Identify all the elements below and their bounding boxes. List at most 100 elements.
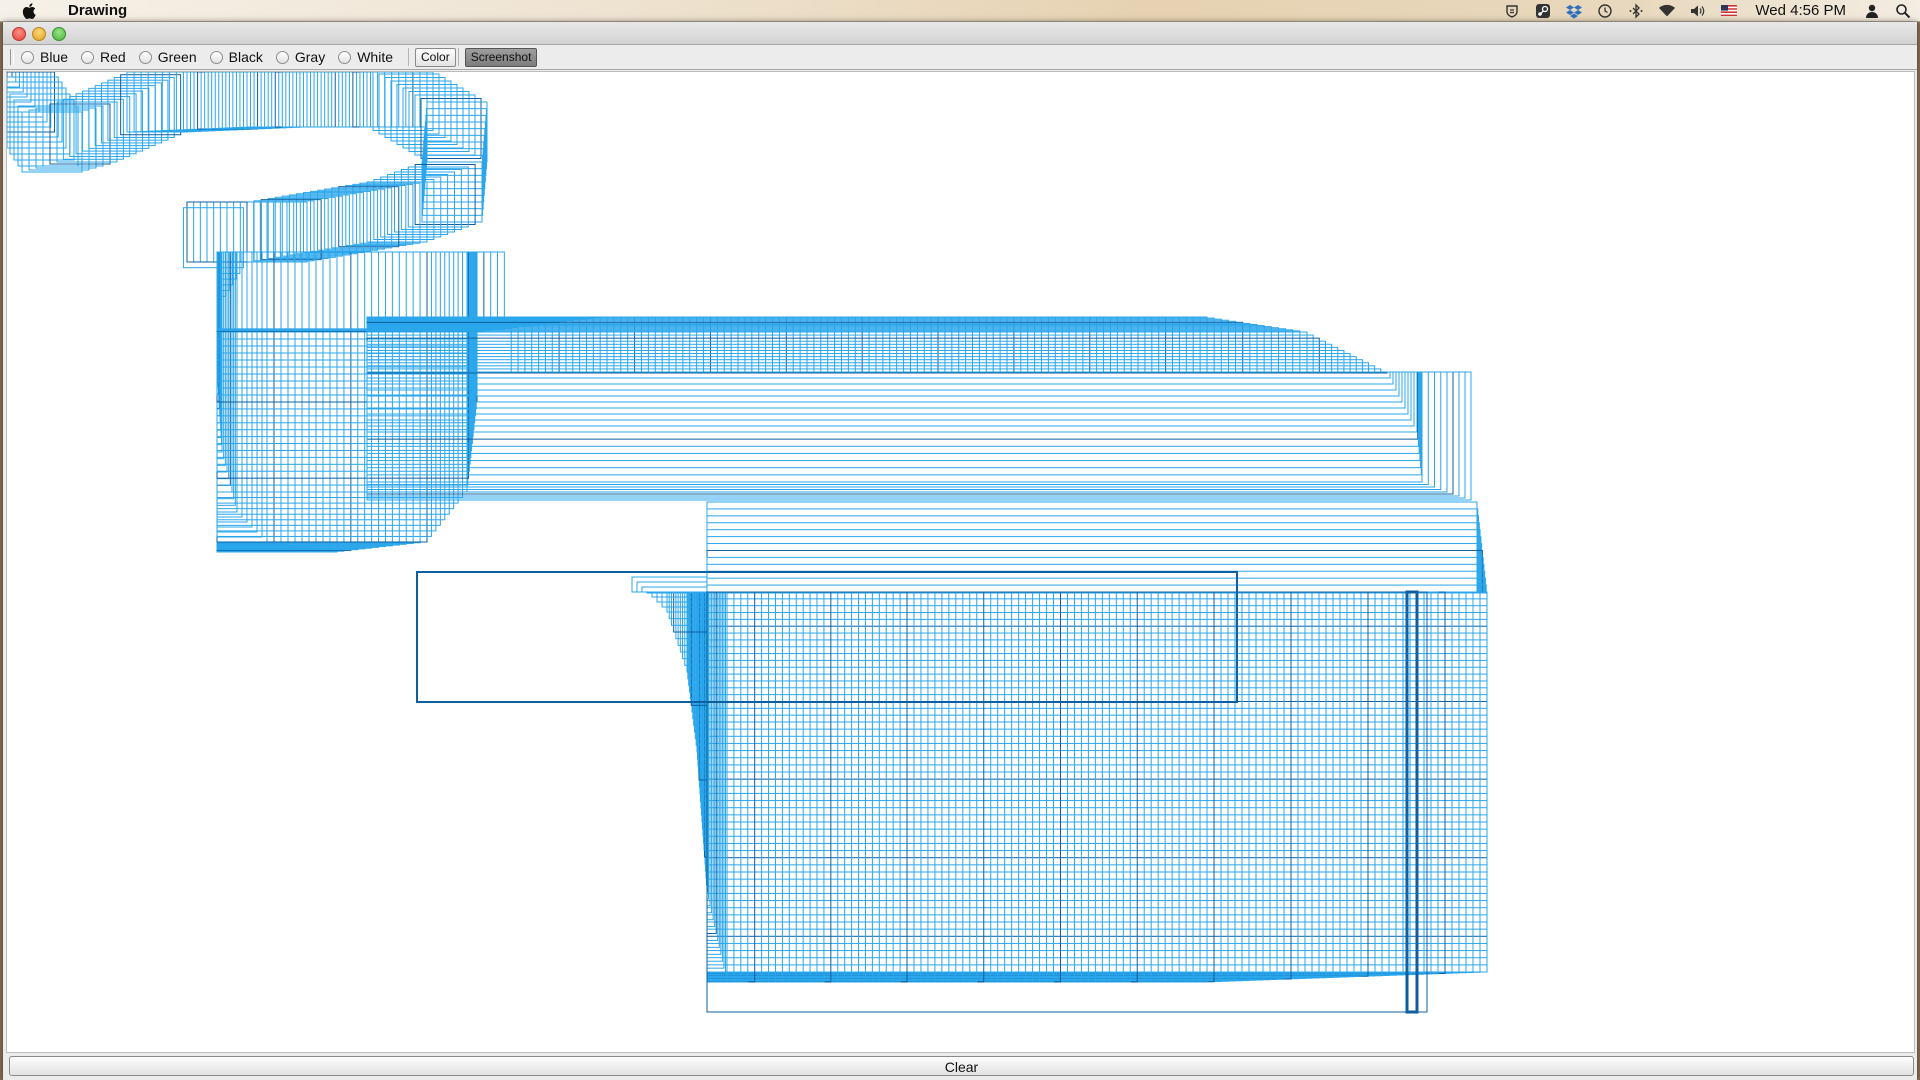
drawn-rectangle (338, 72, 400, 128)
bluetooth-icon[interactable] (1627, 2, 1645, 20)
shield-icon[interactable] (1503, 2, 1521, 20)
screenshot-button[interactable]: Screenshot (464, 47, 538, 67)
zoom-window-button[interactable] (52, 27, 66, 41)
radio-circle[interactable] (209, 50, 223, 64)
drawn-rectangle (216, 251, 470, 479)
drawn-rectangle (706, 591, 1131, 983)
dropbox-icon[interactable] (1565, 2, 1583, 20)
drawn-rectangle (366, 181, 428, 243)
drawn-rectangle (706, 591, 1285, 980)
drawn-rectangle (317, 72, 379, 128)
color-button[interactable]: Color (415, 47, 456, 67)
drawn-rectangle (706, 591, 1194, 983)
drawn-rectangle (706, 591, 1096, 983)
drawn-rectangle (216, 251, 393, 547)
drawn-rectangle (706, 591, 964, 983)
drawn-rectangle (216, 251, 478, 368)
drawn-rectangle (407, 166, 469, 228)
close-window-button[interactable] (12, 27, 26, 41)
drawn-rectangle (425, 108, 487, 170)
clear-button[interactable]: Clear (9, 1056, 1914, 1076)
drawing-canvas[interactable] (6, 71, 1915, 1053)
drawn-rectangle (706, 591, 1187, 983)
drawn-rectangle (706, 591, 725, 969)
drawn-rectangle (366, 371, 1460, 497)
drawn-rectangle (331, 72, 393, 128)
drawn-rectangle (706, 515, 1480, 593)
minimize-window-button[interactable] (32, 27, 46, 41)
drawn-rectangle (706, 591, 908, 983)
drawn-rectangle (425, 114, 487, 176)
drawn-rectangle (366, 371, 1422, 476)
color-option-red[interactable]: Red (81, 49, 126, 65)
drawn-rectangle (7, 72, 13, 78)
drawn-rectangle (133, 72, 195, 133)
app-name[interactable]: Drawing (68, 2, 127, 19)
color-option-gray[interactable]: Gray (275, 49, 325, 65)
drawn-rectangle (274, 196, 336, 258)
radio-circle[interactable] (338, 50, 352, 64)
drawn-rectangle (631, 576, 708, 593)
radio-circle[interactable] (275, 50, 289, 64)
drawn-rectangle (288, 194, 350, 256)
drawn-rectangle (253, 72, 315, 128)
drawn-rectangle (706, 591, 1334, 978)
drawn-rectangle (706, 584, 1487, 593)
menu-clock[interactable]: Wed 4:56 PM (1755, 2, 1846, 19)
drawn-rectangle (641, 586, 708, 593)
time-machine-icon[interactable] (1596, 2, 1614, 20)
drawn-rectangle (706, 591, 1138, 983)
drawn-rectangle (49, 103, 111, 165)
drawn-rectangle (706, 591, 957, 983)
drawn-rectangle (331, 187, 393, 249)
us-flag-icon[interactable] (1720, 2, 1738, 20)
drawn-rectangle (147, 72, 209, 132)
drawn-rectangle (706, 529, 1481, 593)
drawn-rectangle (17, 105, 79, 167)
drawn-rectangle (168, 72, 230, 131)
drawn-rectangle (338, 186, 400, 248)
drawn-rectangle (706, 591, 1404, 976)
drawn-rectangle (366, 356, 1357, 373)
color-option-green[interactable]: Green (138, 49, 197, 65)
drawn-rectangle (366, 326, 519, 373)
color-option-black[interactable]: Black (209, 49, 263, 65)
drawn-rectangle (28, 109, 90, 171)
user-icon[interactable] (1863, 2, 1881, 20)
radio-circle[interactable] (138, 50, 152, 64)
drawn-rectangle (706, 591, 1467, 974)
drawn-rectangle (281, 72, 343, 128)
drawn-rectangle (706, 591, 1061, 983)
color-option-blue[interactable]: Blue (21, 49, 68, 65)
radio-circle[interactable] (81, 50, 95, 64)
color-option-white[interactable]: White (338, 49, 393, 65)
radio-circle[interactable] (21, 50, 34, 64)
drawn-rectangle (706, 591, 866, 983)
drawn-rectangle (302, 192, 364, 254)
volume-icon[interactable] (1689, 2, 1707, 20)
drawn-rectangle (366, 371, 1421, 462)
drawn-rectangle (706, 591, 1327, 979)
drawn-rectangle (204, 72, 266, 130)
radio-label: Red (100, 49, 126, 65)
drawn-rectangle (9, 93, 71, 155)
drawn-rectangle (706, 591, 1341, 978)
drawn-rectangle (216, 251, 478, 375)
toolbar-grip[interactable] (10, 49, 14, 65)
drawn-rectangle (706, 591, 1446, 974)
spotlight-search-icon[interactable] (1894, 2, 1912, 20)
drawn-rectangle (7, 72, 20, 88)
drawn-rectangle (246, 72, 308, 128)
drawn-rectangle (706, 591, 1432, 975)
drawn-rectangle (324, 188, 386, 250)
drawn-rectangle (366, 337, 1320, 373)
drawing-window: Blue Red Green Black Gray White Color Sc… (3, 22, 1917, 1080)
drawn-rectangle (154, 72, 216, 132)
apple-menu-icon[interactable] (18, 0, 40, 21)
drawn-rectangle (101, 82, 163, 144)
wifi-icon[interactable] (1658, 2, 1676, 20)
drawn-rectangle (706, 591, 1041, 983)
window-titlebar[interactable] (3, 22, 1917, 45)
drawn-rectangle (302, 72, 364, 128)
steam-icon[interactable] (1534, 2, 1552, 20)
